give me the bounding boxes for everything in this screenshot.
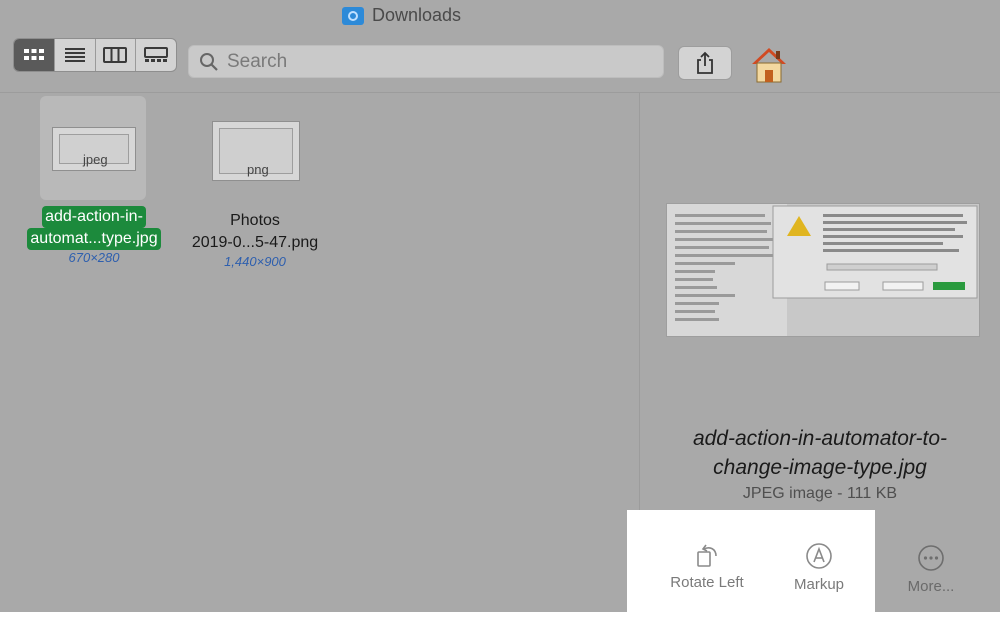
- gallery-view-button[interactable]: [136, 39, 176, 71]
- preview-filename-line2: change-image-type.jpg: [713, 456, 927, 479]
- view-mode-control: [13, 38, 177, 72]
- more-label: More...: [907, 578, 955, 595]
- downloads-folder-icon: [342, 6, 364, 25]
- file-2-name-line1: Photos: [230, 212, 280, 229]
- preview-thumbnail-graphic: [667, 204, 978, 336]
- file-2-label[interactable]: Photos 2019-0...5-47.png 1,440×900: [170, 210, 340, 269]
- window-title-text: Downloads: [372, 5, 462, 25]
- file-2-type-badge: png: [247, 162, 269, 177]
- search-placeholder: Search: [227, 50, 288, 72]
- file-2-dimensions: 1,440×900: [224, 254, 286, 269]
- share-icon: [697, 51, 713, 74]
- more-actions-button[interactable]: More...: [894, 538, 968, 595]
- rotate-left-label: Rotate Left: [670, 574, 744, 591]
- search-field[interactable]: Search: [188, 45, 664, 78]
- search-icon: [200, 52, 218, 71]
- file-1-thumbnail[interactable]: jpeg: [52, 127, 136, 171]
- icon-view-button[interactable]: [14, 39, 55, 71]
- file-1-name-line1: add-action-in-: [42, 206, 146, 228]
- list-icon: [64, 48, 85, 62]
- markup-pen-icon: [806, 543, 832, 569]
- file-2-name-line2: 2019-0...5-47.png: [191, 234, 319, 251]
- preview-filename-line1: add-action-in-automator-to-: [692, 427, 948, 450]
- title-bar: Downloads: [0, 0, 1000, 32]
- house-icon: [752, 48, 786, 83]
- gallery-icon: [144, 47, 169, 62]
- rotate-left-button[interactable]: Rotate Left: [660, 534, 754, 591]
- file-1-name-line2: automat...type.jpg: [27, 228, 161, 250]
- list-view-button[interactable]: [55, 39, 96, 71]
- file-1-dimensions: 670×280: [68, 250, 120, 265]
- more-icon: [918, 545, 944, 571]
- icon-grid-icon: [23, 49, 44, 60]
- columns-icon: [103, 47, 128, 63]
- markup-button[interactable]: Markup: [778, 536, 860, 593]
- share-button[interactable]: [678, 46, 732, 80]
- markup-label: Markup: [793, 576, 845, 593]
- file-1-label[interactable]: add-action-in- automat...type.jpg 670×28…: [8, 206, 180, 265]
- file-1-type-badge: jpeg: [83, 152, 108, 167]
- preview-file-info: JPEG image - 111 KB: [742, 485, 898, 502]
- column-view-button[interactable]: [96, 39, 137, 71]
- window-title: Downloads: [342, 5, 461, 26]
- file-2-thumbnail[interactable]: png: [212, 121, 300, 181]
- home-button[interactable]: [748, 44, 790, 86]
- rotate-left-icon: [697, 544, 717, 567]
- preview-filename: add-action-in-automator-to- change-image…: [650, 424, 990, 482]
- preview-image: [666, 203, 980, 337]
